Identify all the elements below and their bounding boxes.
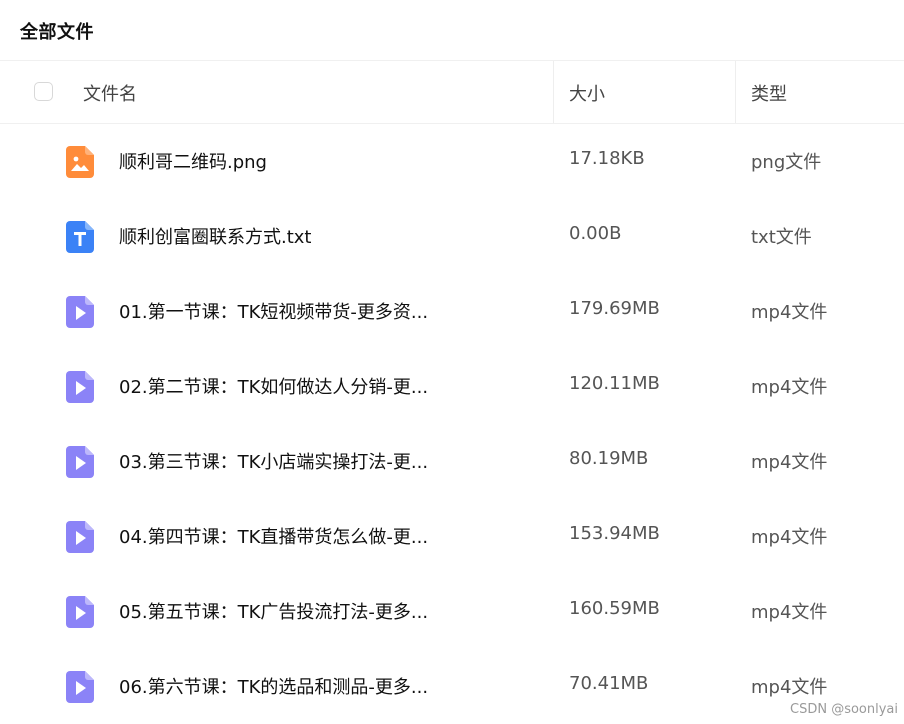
video-file-icon: [66, 371, 94, 403]
file-name[interactable]: 02.第二节课：TK如何做达人分销-更...: [119, 373, 428, 399]
file-type: png文件: [751, 152, 822, 173]
table-row[interactable]: 01.第一节课：TK短视频带货-更多资... 179.69MB mp4文件: [0, 274, 904, 349]
table-row[interactable]: 02.第二节课：TK如何做达人分销-更... 120.11MB mp4文件: [0, 349, 904, 424]
file-size: 153.94MB: [569, 523, 660, 544]
page-title: 全部文件: [20, 22, 94, 43]
select-all-checkbox[interactable]: [34, 82, 53, 101]
video-file-icon: [66, 446, 94, 478]
table-row[interactable]: 顺利哥二维码.png 17.18KB png文件: [0, 124, 904, 199]
file-name[interactable]: 05.第五节课：TK广告投流打法-更多...: [119, 598, 428, 624]
file-name[interactable]: 顺利创富圈联系方式.txt: [119, 223, 312, 249]
table-row[interactable]: 04.第四节课：TK直播带货怎么做-更... 153.94MB mp4文件: [0, 499, 904, 574]
video-file-icon: [66, 671, 94, 703]
file-type: mp4文件: [751, 602, 828, 623]
file-table: 文件名 大小 类型 顺利哥二维码.png 17.18KB png文件 顺利创富圈…: [0, 60, 904, 724]
file-type: txt文件: [751, 227, 812, 248]
file-size: 70.41MB: [569, 673, 649, 694]
table-row[interactable]: 03.第三节课：TK小店端实操打法-更... 80.19MB mp4文件: [0, 424, 904, 499]
file-type: mp4文件: [751, 677, 828, 698]
file-type: mp4文件: [751, 527, 828, 548]
file-name[interactable]: 01.第一节课：TK短视频带货-更多资...: [119, 298, 428, 324]
file-size: 0.00B: [569, 223, 622, 244]
column-divider[interactable]: [735, 61, 736, 123]
column-header-size[interactable]: 大小: [569, 80, 605, 106]
video-file-icon: [66, 596, 94, 628]
column-divider[interactable]: [553, 61, 554, 123]
file-size: 160.59MB: [569, 598, 660, 619]
text-file-icon: [66, 221, 94, 253]
file-size: 179.69MB: [569, 298, 660, 319]
video-file-icon: [66, 296, 94, 328]
table-row[interactable]: 06.第六节课：TK的选品和测品-更多... 70.41MB mp4文件: [0, 649, 904, 724]
table-row[interactable]: 顺利创富圈联系方式.txt 0.00B txt文件: [0, 199, 904, 274]
image-file-icon: [66, 146, 94, 178]
table-header: 文件名 大小 类型: [0, 60, 904, 124]
file-size: 80.19MB: [569, 448, 649, 469]
file-name[interactable]: 顺利哥二维码.png: [119, 148, 267, 174]
file-name[interactable]: 04.第四节课：TK直播带货怎么做-更...: [119, 523, 428, 549]
table-row[interactable]: 05.第五节课：TK广告投流打法-更多... 160.59MB mp4文件: [0, 574, 904, 649]
watermark: CSDN @soonlyai: [790, 702, 898, 717]
column-header-type[interactable]: 类型: [751, 80, 787, 106]
file-name[interactable]: 03.第三节课：TK小店端实操打法-更...: [119, 448, 428, 474]
file-type: mp4文件: [751, 302, 828, 323]
column-header-name[interactable]: 文件名: [83, 80, 137, 106]
file-name[interactable]: 06.第六节课：TK的选品和测品-更多...: [119, 673, 428, 699]
table-body: 顺利哥二维码.png 17.18KB png文件 顺利创富圈联系方式.txt 0…: [0, 124, 904, 724]
file-size: 17.18KB: [569, 148, 645, 169]
file-type: mp4文件: [751, 377, 828, 398]
file-size: 120.11MB: [569, 373, 660, 394]
video-file-icon: [66, 521, 94, 553]
file-type: mp4文件: [751, 452, 828, 473]
